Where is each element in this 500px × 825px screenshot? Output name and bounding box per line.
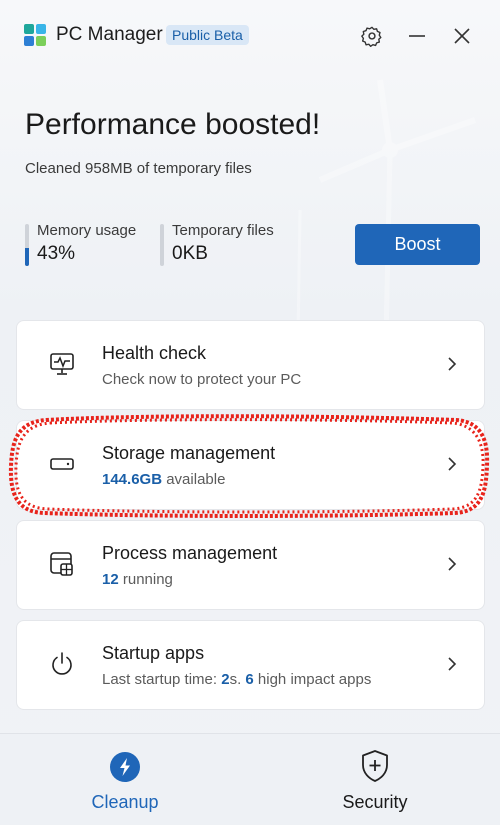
memory-usage-gauge [25,224,29,266]
chevron-right-icon [448,657,457,671]
process-management-title: Process management [102,543,278,563]
status-subheading: Cleaned 958MB of temporary files [25,160,252,177]
power-icon [52,652,72,675]
pc-manager-window: PC Manager Public Beta Performance boost… [0,0,500,825]
memory-usage-stat: Memory usage 43% [25,222,136,268]
temporary-files-value: 0KB [172,243,208,264]
tab-cleanup-label: Cleanup [91,792,159,812]
storage-available-suffix: available [162,471,226,488]
running-process-count: 12 [102,571,119,588]
pc-manager-logo-icon [24,24,46,46]
storage-management-title: Storage management [102,443,276,463]
chevron-right-icon [448,357,457,371]
bottom-navigation: Cleanup Security [0,733,500,825]
app-title: PC Manager [56,24,163,45]
health-check-title: Health check [102,343,207,363]
title-bar: PC Manager Public Beta [0,0,500,72]
startup-time-seconds: 2 [221,671,230,688]
monitor-pulse-icon [50,353,74,375]
minimize-icon [409,35,425,37]
startup-time-unit: s. [229,671,246,688]
startup-apps-card[interactable]: Startup apps Last startup time: 2s. 6 hi… [16,620,485,710]
startup-time-prefix: Last startup time: [102,671,222,688]
chevron-right-icon [448,457,457,471]
storage-management-card[interactable]: Storage management 144.6GB available [16,420,485,510]
shield-plus-icon [362,750,388,782]
temporary-files-label: Temporary files [172,222,274,239]
process-management-subtitle: 12 running [102,571,173,588]
process-management-card[interactable]: Process management 12 running [16,520,485,610]
high-impact-suffix: high impact apps [253,671,372,688]
health-check-subtitle: Check now to protect your PC [102,371,302,388]
startup-apps-subtitle: Last startup time: 2s. 6 high impact app… [102,671,371,688]
gear-icon [361,26,382,47]
memory-usage-value: 43% [37,243,76,264]
storage-management-subtitle: 144.6GB available [102,471,225,488]
windmill-background-illustration [296,79,476,340]
health-check-card[interactable]: Health check Check now to protect your P… [16,320,485,410]
settings-button[interactable] [356,20,388,52]
storage-available-value: 144.6GB [102,471,163,488]
temporary-files-stat: Temporary files 0KB [160,222,274,268]
memory-usage-label: Memory usage [37,222,137,239]
close-button[interactable] [446,20,478,52]
drive-icon [50,458,74,470]
public-beta-badge: Public Beta [166,25,249,45]
tab-cleanup[interactable]: Cleanup [0,734,250,825]
running-suffix: running [118,571,173,588]
tab-security[interactable]: Security [250,734,500,825]
lightning-icon [110,752,140,782]
boost-button[interactable]: Boost [355,224,480,265]
high-impact-count: 6 [245,671,254,688]
tab-security-label: Security [342,792,408,812]
minimize-button[interactable] [401,20,433,52]
startup-apps-title: Startup apps [102,643,205,663]
process-window-icon [50,552,73,576]
temporary-files-gauge [160,224,164,266]
status-heading: Performance boosted! [25,108,321,141]
chevron-right-icon [448,557,457,571]
close-icon [454,28,470,44]
